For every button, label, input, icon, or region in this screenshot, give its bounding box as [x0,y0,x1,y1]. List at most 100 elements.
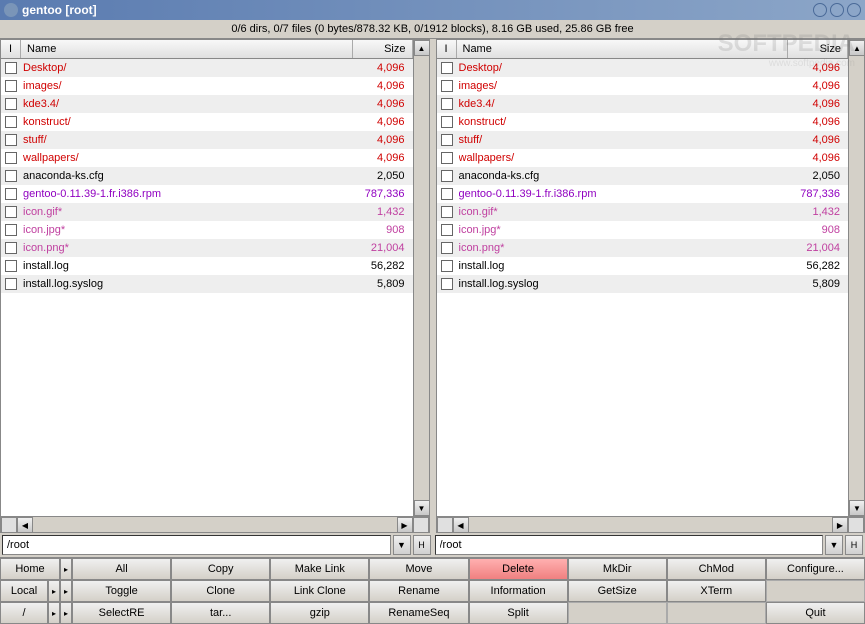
tar--button[interactable]: tar... [171,602,270,624]
toggle-button[interactable]: Toggle [72,580,171,602]
file-row[interactable]: Desktop/4,096 [1,59,413,77]
selectre-button[interactable]: SelectRE [72,602,171,624]
file-checkbox[interactable] [441,260,453,272]
file-row[interactable]: images/4,096 [437,77,849,95]
col-name[interactable]: Name [21,40,353,58]
local-dropdown2-icon[interactable]: ▸ [60,580,72,602]
file-checkbox[interactable] [441,62,453,74]
all-button[interactable]: All [72,558,171,580]
scroll-track[interactable] [849,56,864,500]
path-dropdown-icon[interactable]: ▼ [393,535,411,555]
renameseq-button[interactable]: RenameSeq [369,602,468,624]
file-checkbox[interactable] [441,98,453,110]
file-row[interactable]: install.log.syslog5,809 [1,275,413,293]
file-row[interactable]: icon.gif*1,432 [437,203,849,221]
file-checkbox[interactable] [441,278,453,290]
scroll-left-icon[interactable]: ◀ [453,517,469,533]
file-checkbox[interactable] [5,188,17,200]
file-checkbox[interactable] [441,242,453,254]
xterm-button[interactable]: XTerm [667,580,766,602]
file-checkbox[interactable] [5,206,17,218]
root-dropdown-icon[interactable]: ▸ [48,602,60,624]
file-row[interactable]: icon.png*21,004 [1,239,413,257]
file-checkbox[interactable] [441,224,453,236]
file-checkbox[interactable] [441,80,453,92]
move-button[interactable]: Move [369,558,468,580]
file-checkbox[interactable] [5,98,17,110]
file-row[interactable]: install.log56,282 [1,257,413,275]
scroll-up-icon[interactable]: ▲ [414,40,430,56]
col-size[interactable]: Size [788,40,848,58]
file-checkbox[interactable] [441,206,453,218]
col-size[interactable]: Size [353,40,413,58]
bookmark-icon[interactable] [1,517,17,533]
maximize-button[interactable] [830,3,844,17]
file-row[interactable]: kde3.4/4,096 [437,95,849,113]
history-button[interactable]: H [845,535,863,555]
left-vscroll[interactable]: ▲ ▼ [413,40,429,516]
hscroll-track[interactable] [33,517,397,532]
file-checkbox[interactable] [441,170,453,182]
file-checkbox[interactable] [5,62,17,74]
mkdir-button[interactable]: MkDir [568,558,667,580]
file-row[interactable]: images/4,096 [1,77,413,95]
left-file-list[interactable]: Desktop/4,096images/4,096kde3.4/4,096kon… [1,59,413,516]
information-button[interactable]: Information [469,580,568,602]
file-row[interactable]: wallpapers/4,096 [437,149,849,167]
local-button[interactable]: Local [0,580,48,602]
bookmark-icon[interactable] [437,517,453,533]
file-checkbox[interactable] [441,188,453,200]
gzip-button[interactable]: gzip [270,602,369,624]
delete-button[interactable]: Delete [469,558,568,580]
scroll-track[interactable] [414,56,429,500]
hscroll-track[interactable] [469,517,833,532]
history-button[interactable]: H [413,535,431,555]
right-path-input[interactable] [435,535,824,555]
right-file-list[interactable]: Desktop/4,096images/4,096kde3.4/4,096kon… [437,59,849,516]
root-dropdown2-icon[interactable]: ▸ [60,602,72,624]
scroll-down-icon[interactable]: ▼ [849,500,865,516]
col-check[interactable]: I [437,40,457,58]
file-row[interactable]: anaconda-ks.cfg2,050 [1,167,413,185]
make-link-button[interactable]: Make Link [270,558,369,580]
scroll-left-icon[interactable]: ◀ [17,517,33,533]
file-row[interactable]: stuff/4,096 [1,131,413,149]
file-row[interactable]: icon.jpg*908 [437,221,849,239]
file-checkbox[interactable] [5,242,17,254]
file-row[interactable]: anaconda-ks.cfg2,050 [437,167,849,185]
file-checkbox[interactable] [5,170,17,182]
copy-button[interactable]: Copy [171,558,270,580]
getsize-button[interactable]: GetSize [568,580,667,602]
file-row[interactable]: gentoo-0.11.39-1.fr.i386.rpm787,336 [437,185,849,203]
file-row[interactable]: icon.png*21,004 [437,239,849,257]
quit-button[interactable]: Quit [766,602,865,624]
titlebar[interactable]: gentoo [root] [0,0,865,20]
file-row[interactable]: install.log56,282 [437,257,849,275]
minimize-button[interactable] [813,3,827,17]
split-button[interactable]: Split [469,602,568,624]
file-checkbox[interactable] [5,224,17,236]
file-checkbox[interactable] [5,260,17,272]
root-button[interactable]: / [0,602,48,624]
scroll-right-icon[interactable]: ▶ [397,517,413,533]
right-vscroll[interactable]: ▲ ▼ [848,40,864,516]
file-row[interactable]: gentoo-0.11.39-1.fr.i386.rpm787,336 [1,185,413,203]
file-checkbox[interactable] [5,80,17,92]
file-checkbox[interactable] [441,134,453,146]
scroll-down-icon[interactable]: ▼ [414,500,430,516]
file-checkbox[interactable] [5,116,17,128]
file-checkbox[interactable] [5,134,17,146]
link-clone-button[interactable]: Link Clone [270,580,369,602]
file-row[interactable]: icon.jpg*908 [1,221,413,239]
file-checkbox[interactable] [441,116,453,128]
local-dropdown-icon[interactable]: ▸ [48,580,60,602]
col-name[interactable]: Name [457,40,789,58]
file-row[interactable]: Desktop/4,096 [437,59,849,77]
file-row[interactable]: wallpapers/4,096 [1,149,413,167]
file-checkbox[interactable] [441,152,453,164]
file-row[interactable]: konstruct/4,096 [1,113,413,131]
col-check[interactable]: I [1,40,21,58]
file-row[interactable]: icon.gif*1,432 [1,203,413,221]
home-button[interactable]: Home [0,558,60,580]
file-row[interactable]: install.log.syslog5,809 [437,275,849,293]
